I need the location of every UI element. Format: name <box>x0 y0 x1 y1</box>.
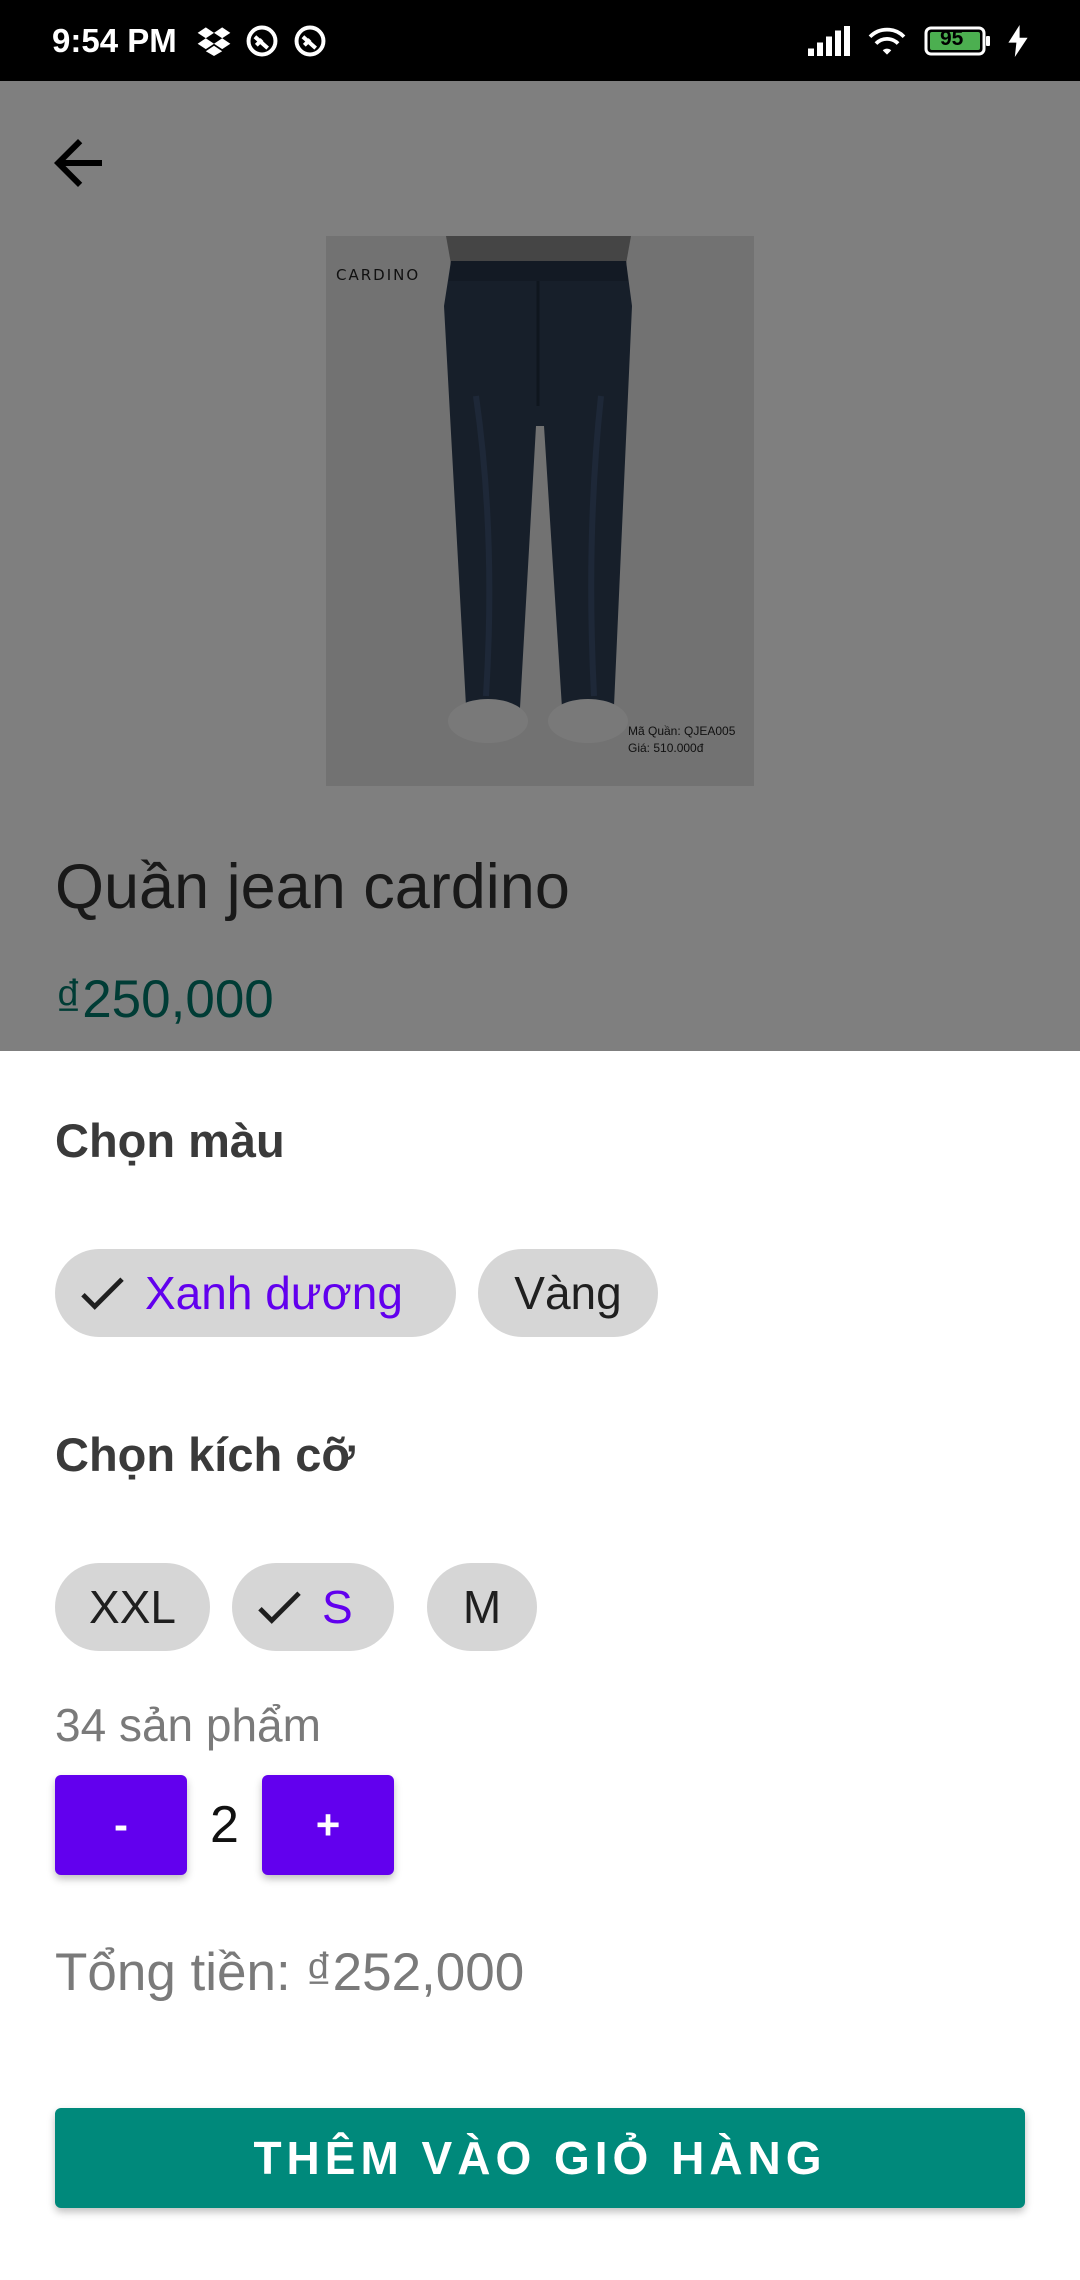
color-chip-label: Vàng <box>514 1267 622 1319</box>
battery-level: 95 <box>940 26 964 50</box>
signal-icon <box>808 25 850 56</box>
size-chip-m[interactable]: M <box>427 1563 537 1651</box>
quantity-value: 2 <box>210 1796 239 1854</box>
check-icon <box>250 1578 308 1636</box>
size-chip-label: M <box>462 1581 502 1633</box>
total-price: Tổng tiền: ₫252,000 <box>55 1943 525 2002</box>
size-chip-label: S <box>322 1581 353 1633</box>
wifi-icon <box>866 24 908 58</box>
sync-icon <box>293 24 327 58</box>
charging-icon <box>1008 24 1028 57</box>
size-chip-xxl[interactable]: XXL <box>55 1563 210 1651</box>
status-time: 9:54 PM <box>52 21 177 59</box>
status-bar: 9:54 PM 95 <box>0 0 1080 81</box>
size-section-title: Chọn kích cỡ <box>55 1428 355 1481</box>
size-chip-s[interactable]: S <box>232 1563 394 1651</box>
color-chip-label: Xanh dương <box>145 1267 403 1319</box>
modal-scrim[interactable] <box>0 0 1080 1051</box>
stock-count: 34 sản phẩm <box>55 1699 321 1751</box>
check-icon <box>73 1264 131 1322</box>
color-chip-vang[interactable]: Vàng <box>478 1249 658 1337</box>
screen: CARDINO Mã Quần: QJEA005 Giá: 510.000đ Q… <box>0 0 1080 2280</box>
add-to-cart-button[interactable]: THÊM VÀO GIỎ HÀNG <box>55 2108 1025 2208</box>
dropbox-icon <box>197 26 231 56</box>
size-chip-label: XXL <box>89 1581 176 1633</box>
increase-quantity-button[interactable]: + <box>262 1775 394 1875</box>
options-bottom-sheet: Chọn màu Xanh dương Vàng Chọn kích cỡ XX… <box>0 1051 1080 2280</box>
decrease-quantity-button[interactable]: - <box>55 1775 187 1875</box>
battery-icon: 95 <box>924 25 992 57</box>
color-chip-xanh-duong[interactable]: Xanh dương <box>55 1249 456 1337</box>
color-section-title: Chọn màu <box>55 1114 285 1167</box>
sync-icon <box>245 24 279 58</box>
